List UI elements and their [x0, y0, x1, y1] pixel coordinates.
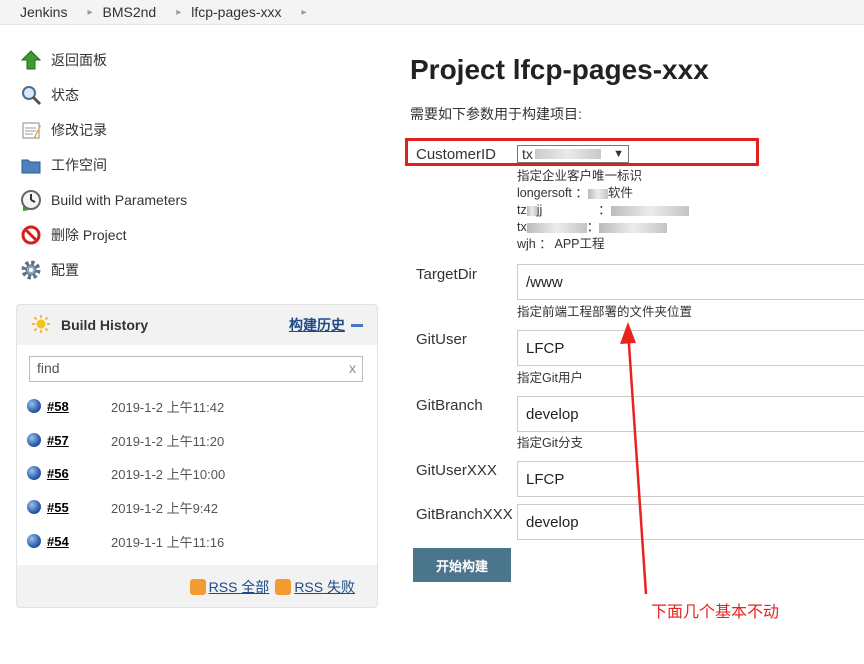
annotation-text: 下面几个基本不动: [651, 604, 780, 621]
annotation-arrow-icon: [620, 322, 648, 595]
